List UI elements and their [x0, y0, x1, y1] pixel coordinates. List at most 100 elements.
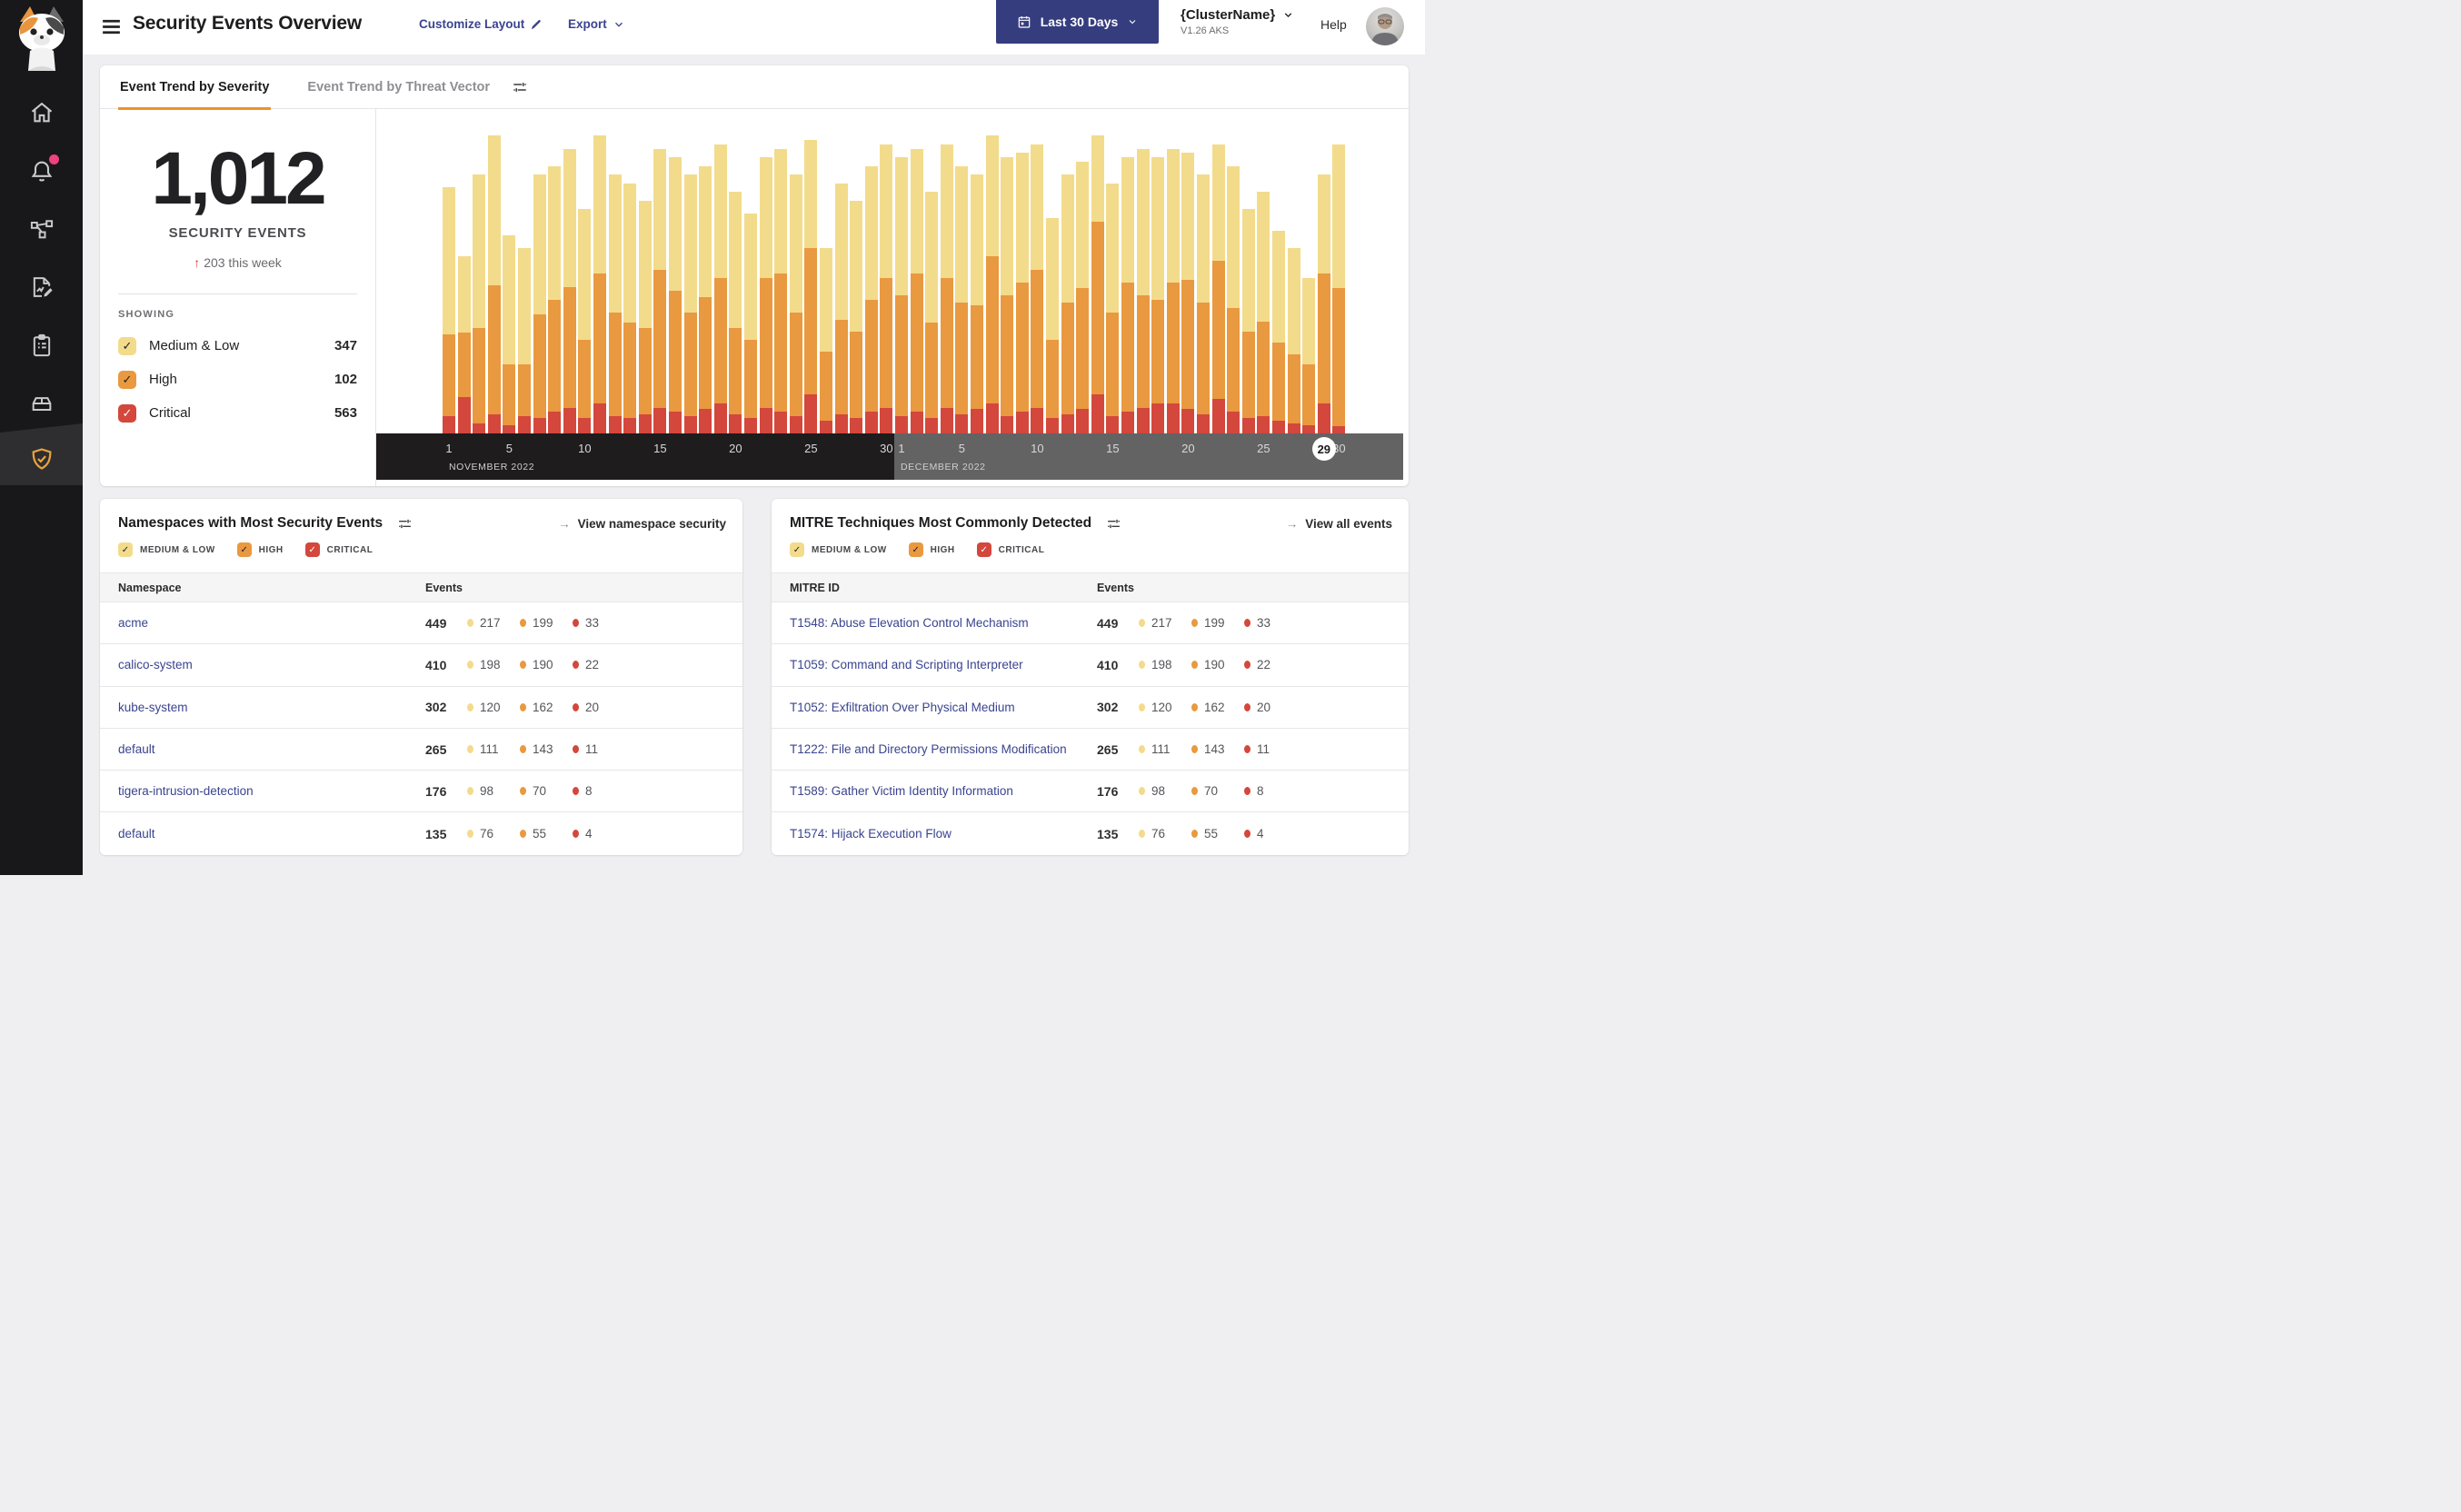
- chart-plot[interactable]: [376, 109, 1409, 433]
- customize-layout-button[interactable]: Customize Layout: [419, 17, 543, 31]
- stacked-bar-day-nov-28[interactable]: [850, 200, 863, 433]
- stacked-bar-day-nov-24[interactable]: [789, 174, 802, 433]
- stacked-bar-day-dec-25[interactable]: [1257, 192, 1270, 433]
- stacked-bar-day-dec-17[interactable]: [1136, 148, 1150, 433]
- stacked-bar-day-dec-29[interactable]: [1317, 174, 1330, 433]
- severity-checkbox[interactable]: ✓: [976, 542, 991, 557]
- date-range-button[interactable]: Last 30 Days: [996, 0, 1159, 44]
- stacked-bar-day-dec-3[interactable]: [925, 192, 939, 433]
- stacked-bar-day-nov-13[interactable]: [623, 183, 637, 433]
- stacked-bar-day-nov-1[interactable]: [443, 187, 455, 433]
- view-all-events-link[interactable]: → View all events: [1286, 517, 1392, 531]
- stacked-bar-day-nov-29[interactable]: [864, 165, 878, 433]
- mitre-technique-link[interactable]: T1222: File and Directory Permissions Mo…: [772, 742, 1097, 756]
- user-avatar[interactable]: [1366, 7, 1404, 45]
- stacked-bar-day-dec-6[interactable]: [971, 174, 983, 433]
- sidebar-item-threat-defense[interactable]: [0, 423, 83, 485]
- stacked-bar-day-nov-4[interactable]: [487, 135, 501, 433]
- severity-checkbox[interactable]: ✓: [304, 542, 320, 557]
- severity-checkbox[interactable]: ✓: [236, 542, 252, 557]
- stacked-bar-day-dec-9[interactable]: [1015, 153, 1029, 433]
- stacked-bar-day-dec-22[interactable]: [1211, 144, 1225, 433]
- severity-checkbox[interactable]: ✓: [118, 336, 136, 355]
- stacked-bar-day-nov-15[interactable]: [653, 148, 667, 433]
- stacked-bar-day-dec-11[interactable]: [1046, 217, 1059, 433]
- sidebar-item-service-graph[interactable]: [0, 200, 83, 258]
- stacked-bar-day-dec-20[interactable]: [1181, 153, 1195, 433]
- mitre-settings-button[interactable]: [1106, 516, 1121, 532]
- stacked-bar-day-dec-28[interactable]: [1302, 278, 1316, 433]
- stacked-bar-day-dec-26[interactable]: [1272, 230, 1285, 433]
- namespaces-settings-button[interactable]: [397, 516, 413, 532]
- stacked-bar-day-dec-21[interactable]: [1197, 174, 1210, 433]
- tab-event-trend-by-threat-vector[interactable]: Event Trend by Threat Vector: [305, 65, 492, 109]
- calico-cat-logo[interactable]: [5, 4, 78, 71]
- stacked-bar-day-nov-27[interactable]: [834, 183, 848, 433]
- stacked-bar-day-dec-16[interactable]: [1121, 157, 1134, 433]
- stacked-bar-day-nov-21[interactable]: [744, 213, 757, 433]
- severity-checkbox[interactable]: ✓: [790, 542, 804, 557]
- stacked-bar-day-nov-6[interactable]: [518, 247, 531, 433]
- stacked-bar-day-nov-9[interactable]: [563, 148, 576, 433]
- stacked-bar-day-nov-10[interactable]: [578, 209, 592, 433]
- stacked-bar-day-dec-30[interactable]: [1332, 144, 1346, 433]
- stacked-bar-day-nov-8[interactable]: [548, 165, 562, 433]
- stacked-bar-day-nov-17[interactable]: [683, 174, 697, 433]
- stacked-bar-day-nov-26[interactable]: [820, 247, 832, 433]
- stacked-bar-day-nov-2[interactable]: [457, 256, 471, 433]
- stacked-bar-day-dec-18[interactable]: [1151, 157, 1165, 433]
- stacked-bar-day-nov-23[interactable]: [774, 148, 788, 433]
- stacked-bar-day-nov-7[interactable]: [533, 174, 546, 433]
- mitre-technique-link[interactable]: T1052: Exfiltration Over Physical Medium: [772, 701, 1097, 714]
- tab-event-trend-by-severity[interactable]: Event Trend by Severity: [118, 65, 272, 110]
- stacked-bar-day-dec-23[interactable]: [1227, 165, 1240, 433]
- stacked-bar-day-dec-19[interactable]: [1166, 148, 1180, 433]
- namespace-link[interactable]: kube-system: [100, 701, 425, 714]
- stacked-bar-day-dec-12[interactable]: [1061, 174, 1074, 433]
- sidebar-item-alerts[interactable]: [0, 142, 83, 200]
- stacked-bar-day-dec-8[interactable]: [1001, 157, 1014, 433]
- stacked-bar-day-dec-27[interactable]: [1287, 247, 1300, 433]
- namespace-link[interactable]: tigera-intrusion-detection: [100, 784, 425, 798]
- stacked-bar-day-dec-13[interactable]: [1076, 161, 1090, 433]
- stacked-bar-day-nov-20[interactable]: [729, 192, 742, 433]
- stacked-bar-day-dec-14[interactable]: [1091, 135, 1104, 433]
- sidebar-item-policies[interactable]: [0, 258, 83, 316]
- severity-checkbox[interactable]: ✓: [118, 403, 136, 423]
- namespace-link[interactable]: acme: [100, 616, 425, 630]
- stacked-bar-day-dec-24[interactable]: [1241, 209, 1255, 433]
- stacked-bar-day-dec-4[interactable]: [940, 144, 953, 433]
- mitre-technique-link[interactable]: T1574: Hijack Execution Flow: [772, 827, 1097, 841]
- stacked-bar-day-nov-18[interactable]: [699, 165, 712, 433]
- stacked-bar-day-dec-15[interactable]: [1106, 183, 1120, 433]
- stacked-bar-day-nov-14[interactable]: [638, 200, 652, 433]
- trend-settings-button[interactable]: [512, 79, 528, 95]
- mitre-technique-link[interactable]: T1548: Abuse Elevation Control Mechanism: [772, 616, 1097, 630]
- mitre-technique-link[interactable]: T1059: Command and Scripting Interpreter: [772, 658, 1097, 671]
- help-link[interactable]: Help: [1320, 17, 1347, 32]
- stacked-bar-day-nov-3[interactable]: [473, 174, 486, 433]
- export-button[interactable]: Export: [568, 17, 625, 31]
- stacked-bar-day-dec-5[interactable]: [955, 165, 969, 433]
- hamburger-menu-icon[interactable]: [100, 15, 123, 38]
- namespace-link[interactable]: default: [100, 827, 425, 841]
- stacked-bar-day-nov-16[interactable]: [669, 157, 682, 433]
- stacked-bar-day-nov-25[interactable]: [804, 140, 818, 433]
- stacked-bar-day-dec-1[interactable]: [895, 157, 908, 433]
- namespace-link[interactable]: calico-system: [100, 658, 425, 671]
- view-namespace-security-link[interactable]: → View namespace security: [558, 517, 726, 531]
- stacked-bar-day-nov-5[interactable]: [503, 234, 516, 433]
- severity-checkbox[interactable]: ✓: [908, 542, 923, 557]
- severity-checkbox[interactable]: ✓: [118, 370, 136, 389]
- severity-checkbox[interactable]: ✓: [118, 542, 133, 557]
- sidebar-item-home[interactable]: [0, 84, 83, 142]
- stacked-bar-day-nov-11[interactable]: [593, 135, 606, 433]
- stacked-bar-day-nov-12[interactable]: [608, 174, 622, 433]
- stacked-bar-day-dec-2[interactable]: [910, 148, 923, 433]
- namespace-link[interactable]: default: [100, 742, 425, 756]
- stacked-bar-day-nov-22[interactable]: [759, 157, 772, 433]
- sidebar-item-compliance[interactable]: [0, 316, 83, 374]
- stacked-bar-day-dec-10[interactable]: [1031, 144, 1044, 433]
- mitre-technique-link[interactable]: T1589: Gather Victim Identity Informatio…: [772, 784, 1097, 798]
- stacked-bar-day-dec-7[interactable]: [985, 135, 999, 433]
